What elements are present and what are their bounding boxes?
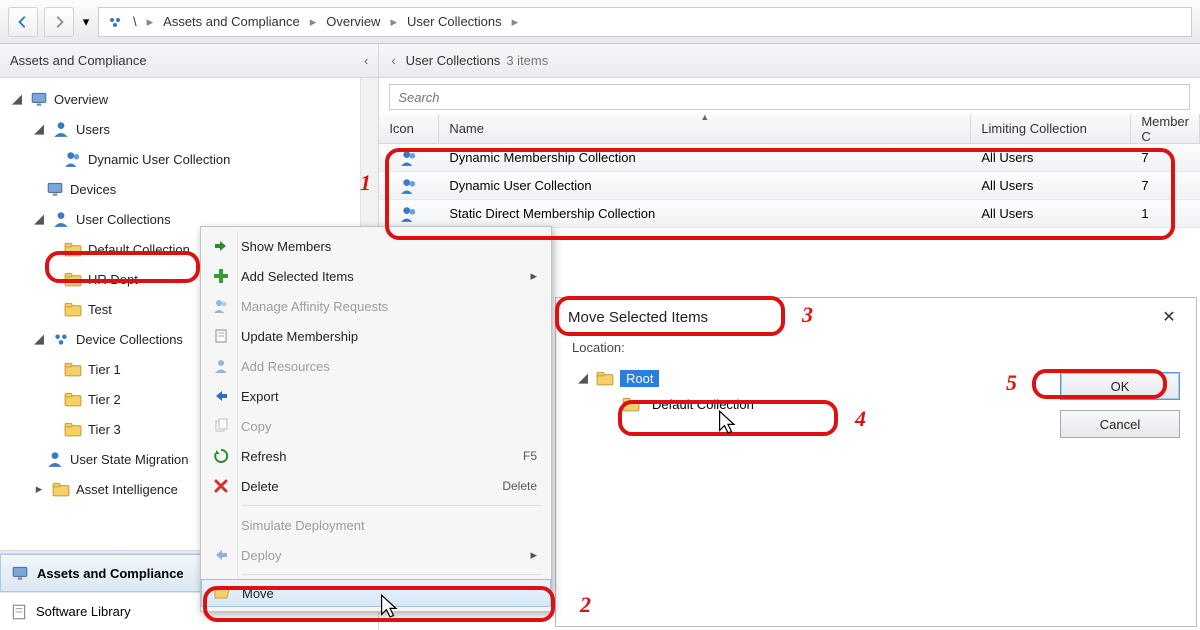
search-input[interactable] bbox=[389, 84, 1190, 110]
doc-icon bbox=[10, 603, 28, 621]
ctx-refresh[interactable]: Refresh F5 bbox=[201, 441, 551, 471]
breadcrumb-icon bbox=[107, 14, 123, 30]
breadcrumb-item[interactable]: Overview bbox=[326, 14, 380, 29]
users-icon bbox=[400, 177, 418, 195]
folder-icon bbox=[64, 360, 82, 378]
folder-icon bbox=[64, 390, 82, 408]
breadcrumb-item[interactable]: User Collections bbox=[407, 14, 502, 29]
sidebar-collapse-icon[interactable]: ‹ bbox=[364, 53, 368, 68]
ctx-add-resources: Add Resources bbox=[201, 351, 551, 381]
user-icon bbox=[211, 358, 231, 374]
delete-icon bbox=[211, 478, 231, 494]
separator bbox=[241, 505, 541, 506]
ctx-delete[interactable]: Delete Delete bbox=[201, 471, 551, 501]
doc-icon bbox=[211, 328, 231, 344]
col-member[interactable]: Member C bbox=[1131, 114, 1200, 143]
forward-button[interactable] bbox=[44, 7, 74, 37]
tree-users[interactable]: ◢ Users bbox=[0, 114, 378, 144]
table-row[interactable]: Static Direct Membership Collection All … bbox=[379, 200, 1200, 228]
tree-overview[interactable]: ◢ Overview bbox=[0, 84, 378, 114]
cancel-button[interactable]: Cancel bbox=[1060, 410, 1180, 438]
list-body: Dynamic Membership Collection All Users … bbox=[379, 144, 1200, 228]
ctx-simulate-deployment: Simulate Deployment bbox=[201, 510, 551, 540]
chevron-icon: ▸ bbox=[512, 14, 519, 30]
col-limiting[interactable]: Limiting Collection bbox=[971, 114, 1131, 143]
export-icon bbox=[211, 388, 231, 404]
sort-asc-icon: ▲ bbox=[700, 112, 709, 122]
move-dialog: Move Selected Items ✕ Location: ◢ Root D… bbox=[555, 297, 1197, 627]
folder-icon bbox=[596, 369, 614, 387]
ctx-add-selected[interactable]: Add Selected Items ▸ bbox=[201, 261, 551, 291]
table-row[interactable]: Dynamic Membership Collection All Users … bbox=[379, 144, 1200, 172]
folder-icon bbox=[64, 300, 82, 318]
twisty-open-icon[interactable]: ◢ bbox=[576, 370, 590, 386]
copy-icon bbox=[211, 418, 231, 434]
breadcrumb[interactable]: \ ▸ Assets and Compliance ▸ Overview ▸ U… bbox=[98, 7, 1192, 37]
submenu-arrow-icon: ▸ bbox=[530, 268, 537, 284]
ctx-affinity: Manage Affinity Requests bbox=[201, 291, 551, 321]
user-icon bbox=[52, 120, 70, 138]
chevron-icon: ▸ bbox=[310, 14, 317, 30]
refresh-icon bbox=[211, 448, 231, 464]
overview-icon bbox=[30, 90, 48, 108]
users-icon bbox=[400, 149, 418, 167]
breadcrumb-root: \ bbox=[133, 14, 137, 29]
twisty-open-icon[interactable]: ◢ bbox=[10, 91, 24, 107]
location-label: Location: bbox=[572, 340, 1180, 355]
separator bbox=[241, 574, 541, 575]
submenu-arrow-icon: ▸ bbox=[530, 547, 537, 563]
table-row[interactable]: Dynamic User Collection All Users 7 bbox=[379, 172, 1200, 200]
folder-icon bbox=[52, 480, 70, 498]
item-count: 3 items bbox=[506, 53, 548, 68]
history-dropdown-icon[interactable]: ▾ bbox=[80, 14, 92, 30]
collapse-icon[interactable]: ‹ bbox=[391, 53, 395, 68]
folder-icon bbox=[622, 395, 640, 413]
ok-button[interactable]: OK bbox=[1060, 372, 1180, 400]
tree-dynamic-user-collection[interactable]: Dynamic User Collection bbox=[0, 144, 378, 174]
ctx-show-members[interactable]: Show Members bbox=[201, 231, 551, 261]
col-name[interactable]: ▲Name bbox=[439, 114, 971, 143]
plus-icon bbox=[211, 268, 231, 284]
folder-icon bbox=[64, 420, 82, 438]
ctx-deploy: Deploy ▸ bbox=[201, 540, 551, 570]
ctx-copy: Copy bbox=[201, 411, 551, 441]
column-headers: Icon ▲Name Limiting Collection Member C bbox=[379, 114, 1200, 144]
ctx-export[interactable]: Export bbox=[201, 381, 551, 411]
twisty-open-icon[interactable]: ◢ bbox=[32, 121, 46, 137]
chevron-icon: ▸ bbox=[147, 14, 154, 30]
users-icon bbox=[64, 150, 82, 168]
user-icon bbox=[52, 210, 70, 228]
toolbar: ▾ \ ▸ Assets and Compliance ▸ Overview ▸… bbox=[0, 0, 1200, 44]
chevron-icon: ▸ bbox=[390, 14, 397, 30]
breadcrumb-item[interactable]: Assets and Compliance bbox=[163, 14, 300, 29]
ctx-move[interactable]: Move bbox=[201, 579, 551, 607]
search-bar bbox=[389, 84, 1190, 110]
collections-icon bbox=[52, 330, 70, 348]
export-icon bbox=[211, 547, 231, 563]
arrow-icon bbox=[211, 238, 231, 254]
close-button[interactable]: ✕ bbox=[1154, 303, 1184, 331]
twisty-open-icon[interactable]: ◢ bbox=[32, 331, 46, 347]
sidebar-title: Assets and Compliance ‹ bbox=[0, 44, 378, 78]
dialog-title: Move Selected Items bbox=[568, 309, 708, 326]
monitor-icon bbox=[11, 564, 29, 582]
folder-open-icon bbox=[212, 585, 232, 601]
twisty-closed-icon[interactable]: ▸ bbox=[32, 481, 46, 497]
users-icon bbox=[400, 205, 418, 223]
users-icon bbox=[211, 298, 231, 314]
content-title: User Collections bbox=[406, 53, 501, 68]
col-icon[interactable]: Icon bbox=[379, 114, 439, 143]
dialog-titlebar: Move Selected Items ✕ bbox=[556, 298, 1196, 336]
ctx-update-membership[interactable]: Update Membership bbox=[201, 321, 551, 351]
back-button[interactable] bbox=[8, 7, 38, 37]
folder-icon bbox=[64, 240, 82, 258]
twisty-open-icon[interactable]: ◢ bbox=[32, 211, 46, 227]
folder-icon bbox=[64, 270, 82, 288]
context-menu: Show Members Add Selected Items ▸ Manage… bbox=[200, 226, 552, 612]
user-icon bbox=[46, 450, 64, 468]
monitor-icon bbox=[46, 180, 64, 198]
tree-devices[interactable]: Devices bbox=[0, 174, 378, 204]
content-header: ‹ User Collections 3 items bbox=[379, 44, 1200, 78]
